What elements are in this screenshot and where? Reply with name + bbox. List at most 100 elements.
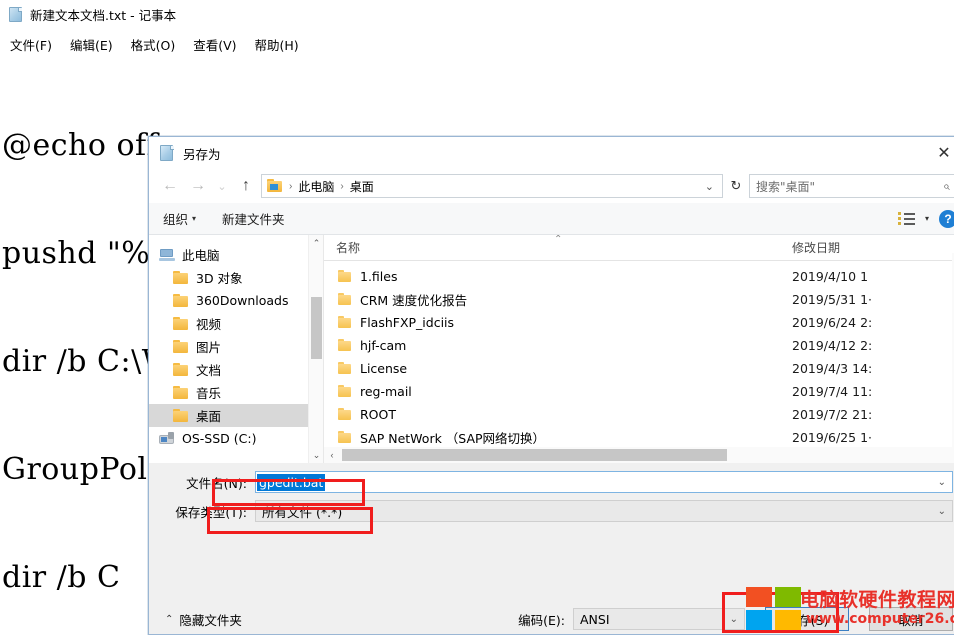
table-row[interactable]: SAP NetWork （SAP网络切换） 2019/6/25 1· (324, 426, 954, 449)
file-name-cell: ROOT (324, 407, 784, 422)
column-header-date[interactable]: 修改日期 (784, 239, 840, 256)
arrow-up-icon[interactable]: ↑ (233, 173, 259, 199)
file-date-cell: 2019/4/12 2: (792, 338, 873, 353)
encoding-select[interactable]: ANSI ⌄ (573, 608, 745, 630)
hide-folders-label: 隐藏文件夹 (179, 612, 242, 628)
column-header-name[interactable]: 名称 ⌃ (324, 235, 784, 256)
table-row[interactable]: ROOT 2019/7/2 21: (324, 403, 954, 426)
address-bar[interactable]: › 此电脑 › 桌面 ⌄ (261, 174, 723, 198)
view-list-icon[interactable] (897, 211, 915, 226)
help-icon[interactable]: ? (939, 209, 954, 228)
filename-input[interactable]: gpedit.bat ⌄ (255, 471, 953, 493)
file-date-cell: 2019/7/4 11: (792, 384, 873, 399)
dialog-titlebar: 另存为 ✕ (149, 137, 954, 169)
table-row[interactable]: hjf-cam 2019/4/12 2: (324, 334, 954, 357)
file-name-cell: reg-mail (324, 384, 784, 399)
filetype-value: 所有文件 (*.*) (262, 504, 343, 520)
menu-edit[interactable]: 编辑(E) (70, 35, 113, 54)
chevron-down-icon[interactable]: ⌄ (705, 180, 718, 193)
breadcrumb-desktop[interactable]: 桌面 (350, 178, 374, 195)
sidebar-item-os-ssd[interactable]: OS-SSD (C:) (149, 427, 323, 450)
folder-icon (338, 270, 352, 283)
cancel-button[interactable]: 取消 (869, 607, 953, 631)
file-list-pane: 名称 ⌃ 修改日期 1.files 2019/4/10 1 CRM 速度优化报告… (324, 235, 954, 463)
table-row[interactable]: reg-mail 2019/7/4 11: (324, 380, 954, 403)
notepad-icon (8, 6, 23, 22)
sidebar-item-desktop[interactable]: 桌面 (149, 404, 323, 427)
sidebar-item-music[interactable]: 音乐 (149, 381, 323, 404)
file-date-cell: 2019/6/25 1· (792, 430, 872, 445)
arrow-right-icon[interactable]: → (185, 173, 211, 199)
file-name-label: SAP NetWork （SAP网络切换） (360, 431, 546, 446)
table-row[interactable]: 1.files 2019/4/10 1 (324, 265, 954, 288)
menu-view[interactable]: 查看(V) (193, 35, 236, 54)
search-input[interactable]: 搜索"桌面" ⌕ (749, 174, 954, 198)
file-name-label: License (360, 361, 408, 376)
file-name-label: hjf-cam (360, 338, 407, 353)
file-name-label: 1.files (360, 269, 398, 284)
organize-button[interactable]: 组织 ▾ (163, 209, 196, 228)
scrollbar-thumb[interactable] (311, 297, 322, 359)
file-name-label: CRM 速度优化报告 (360, 293, 468, 308)
folder-icon (173, 316, 189, 331)
file-date-cell: 2019/4/3 14: (792, 361, 873, 376)
chevron-down-icon[interactable]: ⌄ (938, 506, 946, 517)
table-row[interactable]: CRM 速度优化报告 2019/5/31 1· (324, 288, 954, 311)
chevron-up-icon: ⌃ (165, 613, 174, 625)
notepad-title: 新建文本文档.txt - 记事本 (30, 7, 177, 23)
toolbar-right-group: ▾ ? (897, 209, 954, 228)
sidebar-item-label: 图片 (196, 340, 222, 355)
filename-row: 文件名(N): gpedit.bat ⌄ (149, 469, 954, 495)
chevron-down-icon[interactable]: ⌄ (938, 477, 946, 488)
menu-help[interactable]: 帮助(H) (255, 35, 299, 54)
chevron-down-icon[interactable]: ▾ (925, 214, 929, 223)
folder-icon (338, 408, 352, 421)
save-as-dialog: 另存为 ✕ ← → ⌄ ↑ › 此电脑 › 桌面 ⌄ ↻ 搜索"桌面" ⌕ 组织… (148, 136, 954, 635)
table-row[interactable]: License 2019/4/3 14: (324, 357, 954, 380)
breadcrumb-separator: › (340, 180, 344, 192)
encoding-value: ANSI (580, 611, 610, 627)
encoding-group: 编码(E): ANSI ⌄ 保存(S) 取消 (518, 607, 953, 631)
navigation-pane-scrollbar[interactable]: ⌃ ⌄ (308, 235, 323, 463)
file-name-cell: SAP NetWork （SAP网络切换） (324, 428, 784, 447)
filetype-select[interactable]: 所有文件 (*.*) ⌄ (255, 500, 953, 522)
file-list-horizontal-scrollbar[interactable]: ‹ › (324, 447, 954, 463)
menu-file[interactable]: 文件(F) (10, 35, 52, 54)
menu-format[interactable]: 格式(O) (131, 35, 176, 54)
scroll-down-icon[interactable]: ⌄ (309, 447, 323, 463)
sidebar-item-360downloads[interactable]: 360Downloads (149, 289, 323, 312)
breadcrumb-this-pc[interactable]: 此电脑 (298, 178, 334, 195)
sidebar-item-label: 文档 (196, 363, 222, 378)
dialog-title: 另存为 (183, 146, 221, 162)
notepad-menubar: 文件(F) 编辑(E) 格式(O) 查看(V) 帮助(H) (0, 33, 954, 55)
chevron-down-icon[interactable]: ⌄ (730, 614, 738, 625)
scrollbar-thumb[interactable] (342, 449, 727, 461)
file-name-label: reg-mail (360, 384, 412, 399)
refresh-icon[interactable]: ↻ (725, 174, 747, 198)
folder-icon (338, 316, 352, 329)
dialog-body: 此电脑 3D 对象 360Downloads 视频 图片 文档 音乐 桌面 OS… (149, 235, 954, 463)
new-folder-button[interactable]: 新建文件夹 (222, 209, 285, 228)
file-date-cell: 2019/4/10 1 (792, 269, 869, 284)
folder-icon (173, 385, 189, 400)
search-icon: ⌕ (943, 178, 950, 193)
sidebar-item-documents[interactable]: 文档 (149, 358, 323, 381)
tree-list: 此电脑 3D 对象 360Downloads 视频 图片 文档 音乐 桌面 OS… (149, 235, 323, 450)
save-button[interactable]: 保存(S) (765, 607, 849, 631)
close-icon[interactable]: ✕ (921, 137, 954, 169)
sidebar-item-videos[interactable]: 视频 (149, 312, 323, 335)
chevron-down-icon: ▾ (192, 214, 197, 223)
hide-folders-toggle[interactable]: ⌃ 隐藏文件夹 (165, 610, 242, 629)
sidebar-item-label: 360Downloads (196, 293, 289, 308)
folder-icon (338, 362, 352, 375)
file-name-cell: 1.files (324, 269, 784, 284)
scroll-up-icon[interactable]: ⌃ (309, 235, 323, 251)
table-row[interactable]: FlashFXP_idciis 2019/6/24 2: (324, 311, 954, 334)
sidebar-item-pictures[interactable]: 图片 (149, 335, 323, 358)
organize-label: 组织 (163, 212, 189, 227)
arrow-left-icon[interactable]: ← (157, 173, 183, 199)
scroll-left-icon[interactable]: ‹ (324, 447, 340, 463)
chevron-down-icon[interactable]: ⌄ (213, 173, 231, 199)
sidebar-item-3d-objects[interactable]: 3D 对象 (149, 266, 323, 289)
sidebar-item-this-pc[interactable]: 此电脑 (149, 243, 323, 266)
